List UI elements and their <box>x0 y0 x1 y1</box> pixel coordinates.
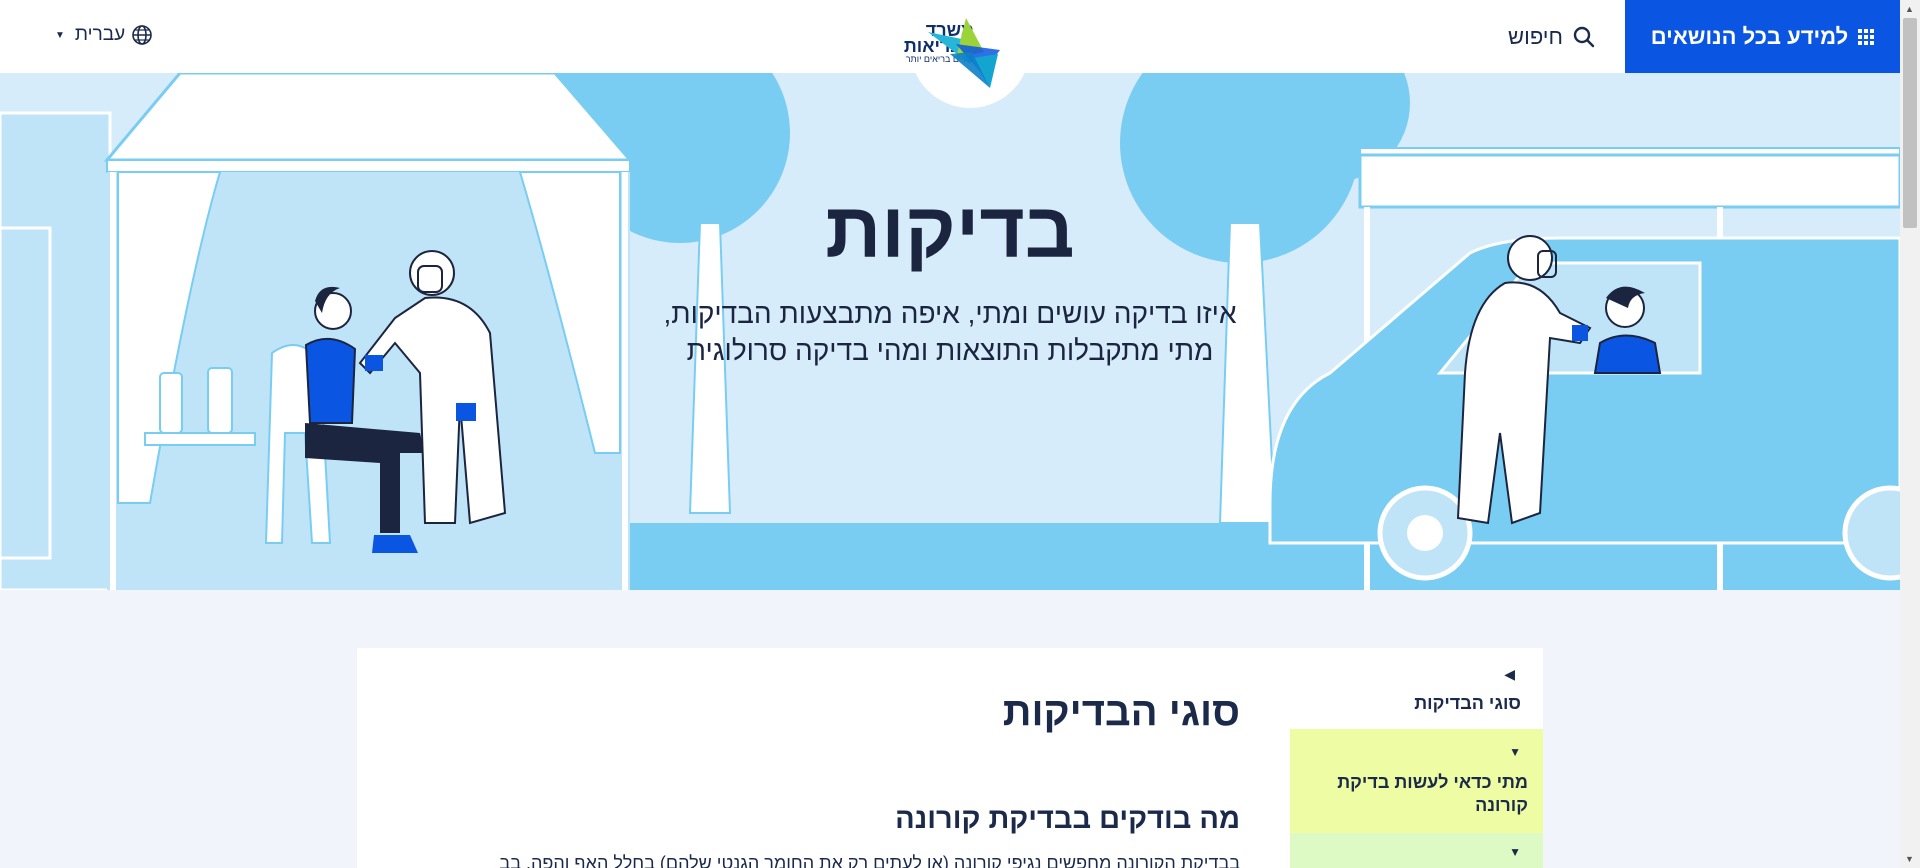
logo-mark-icon <box>928 18 1000 88</box>
scroll-down-icon[interactable]: ▼ <box>1905 854 1914 864</box>
scrollbar-thumb[interactable] <box>1903 18 1917 228</box>
search-button[interactable]: חיפוש <box>1508 20 1595 54</box>
hero-subtitle: איזו בדיקה עושים ומתי, איפה מתבצעות הבדי… <box>650 295 1250 369</box>
page-sidebar-nav: ◀ סוגי הבדיקות ▼ מתי כדאי לעשות בדיקת קו… <box>1290 648 1543 868</box>
sidebar-item-when-to-test[interactable]: ▼ מתי כדאי לעשות בדיקת קורונה <box>1290 729 1543 833</box>
chevron-left-icon[interactable]: ◀ <box>1504 666 1515 683</box>
sidebar-header: ◀ סוגי הבדיקות <box>1290 648 1543 729</box>
page-scrollbar[interactable]: ▲ ▼ <box>1900 0 1920 868</box>
chevron-down-icon: ▼ <box>55 29 65 41</box>
ministry-logo[interactable]: משרד הבריאות לחיים בריאים יותר <box>850 0 1050 110</box>
hero-title: בדיקות <box>825 186 1075 274</box>
search-label: חיפוש <box>1508 24 1563 49</box>
section-heading: מה בודקים בבדיקת קורונה <box>895 803 1240 835</box>
sidebar-item-label: מתי כדאי לעשות בדיקת קורונה <box>1337 772 1528 815</box>
sidebar-title: סוגי הבדיקות <box>1414 693 1521 713</box>
globe-icon <box>132 25 152 45</box>
language-selector[interactable]: ▼ עברית <box>55 24 153 46</box>
all-topics-label: למידע בכל הנושאים <box>1650 23 1849 49</box>
hero-subtitle-line2: מתי מתקבלות התוצאות ומהי בדיקה סרולוגית <box>686 335 1214 366</box>
all-topics-button[interactable]: למידע בכל הנושאים <box>1625 0 1900 73</box>
sidebar-item-next[interactable]: ▼ <box>1290 833 1543 868</box>
page-section-title: סוגי הבדיקות <box>1002 690 1240 734</box>
section-text: בבדיקת הקורונה מחפשים נגיפי קורונה (או ל… <box>499 853 1240 868</box>
chevron-down-icon: ▼ <box>1509 745 1521 759</box>
grid-menu-icon <box>1858 28 1875 45</box>
language-label: עברית <box>74 24 126 45</box>
hero-subtitle-line1: איזו בדיקה עושים ומתי, איפה מתבצעות הבדי… <box>663 298 1237 329</box>
scroll-up-icon[interactable]: ▲ <box>1905 4 1914 14</box>
search-icon <box>1573 26 1595 48</box>
hero-banner: בדיקות איזו בדיקה עושים ומתי, איפה מתבצע… <box>0 73 1900 590</box>
chevron-down-icon: ▼ <box>1509 845 1521 859</box>
